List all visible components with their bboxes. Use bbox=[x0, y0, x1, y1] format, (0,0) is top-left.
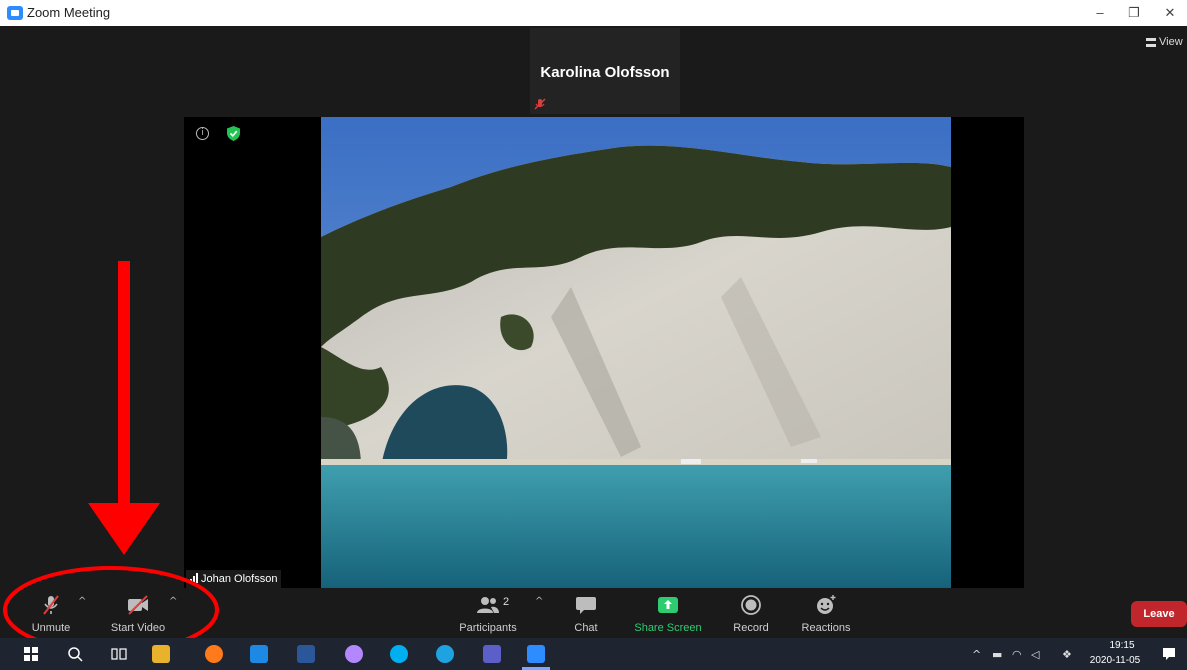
view-label: View bbox=[1159, 36, 1183, 48]
participants-options-caret-icon[interactable]: ^ bbox=[535, 596, 543, 607]
participants-label: Participants bbox=[459, 622, 517, 634]
reactions-button[interactable]: Reactions bbox=[797, 590, 855, 638]
view-button[interactable]: View bbox=[1146, 36, 1183, 48]
paint-icon[interactable] bbox=[345, 645, 363, 663]
start-video-label: Start Video bbox=[110, 622, 166, 634]
search-icon[interactable] bbox=[66, 645, 84, 663]
muted-mic-icon bbox=[534, 98, 546, 110]
start-video-button[interactable]: Start Video bbox=[105, 590, 171, 638]
participant-name: Johan Olofsson bbox=[201, 573, 278, 585]
tray-overflow-icon[interactable]: ^ bbox=[972, 648, 981, 661]
zoom-taskbar-icon[interactable] bbox=[527, 645, 545, 663]
windows-start-icon[interactable] bbox=[22, 645, 40, 663]
title-bar: Zoom Meeting – ❐ ✕ bbox=[0, 0, 1187, 26]
skype-icon[interactable] bbox=[390, 645, 408, 663]
record-button[interactable]: Record bbox=[728, 590, 774, 638]
participants-count: 2 bbox=[503, 596, 510, 608]
zoom-app-icon bbox=[7, 6, 23, 20]
encryption-shield-icon[interactable] bbox=[227, 126, 240, 141]
reactions-icon bbox=[817, 595, 836, 614]
leave-button[interactable]: Leave bbox=[1131, 601, 1187, 627]
info-icon[interactable]: i bbox=[196, 127, 209, 140]
chat-label: Chat bbox=[574, 622, 598, 634]
windows-taskbar: ^ ▬ ◠ ◁ ❖ bbox=[0, 638, 1187, 670]
grid-view-icon bbox=[1146, 37, 1156, 47]
reactions-label: Reactions bbox=[801, 622, 851, 634]
teams-icon[interactable] bbox=[483, 645, 501, 663]
chat-icon bbox=[576, 597, 596, 614]
video-feed-image bbox=[321, 117, 951, 588]
zoom-window: Zoom Meeting – ❐ ✕ View Karolina Olofsso… bbox=[0, 0, 1187, 670]
share-screen-label: Share Screen bbox=[634, 622, 702, 634]
file-explorer-icon[interactable] bbox=[152, 645, 170, 663]
video-off-icon bbox=[128, 595, 148, 615]
signal-bars-icon bbox=[190, 573, 198, 583]
mail-icon[interactable] bbox=[250, 645, 268, 663]
close-button[interactable]: ✕ bbox=[1153, 0, 1187, 26]
unmute-label: Unmute bbox=[31, 622, 71, 634]
volume-icon[interactable]: ◁ bbox=[1031, 648, 1039, 661]
active-speaker-tile[interactable]: Karolina Olofsson bbox=[530, 28, 680, 114]
firefox-icon[interactable] bbox=[205, 645, 223, 663]
task-view-icon[interactable] bbox=[110, 645, 128, 663]
participants-icon bbox=[477, 597, 499, 613]
share-screen-icon bbox=[658, 597, 678, 613]
record-icon bbox=[741, 595, 761, 615]
participants-button[interactable]: 2 Participants bbox=[455, 590, 521, 638]
wifi-icon[interactable]: ◠ bbox=[1012, 648, 1022, 661]
window-title: Zoom Meeting bbox=[27, 5, 111, 20]
chat-button[interactable]: Chat bbox=[566, 590, 606, 638]
word-icon[interactable] bbox=[297, 645, 315, 663]
edge-icon[interactable] bbox=[436, 645, 454, 663]
record-label: Record bbox=[733, 622, 769, 634]
participant-name-tag: Johan Olofsson bbox=[186, 570, 282, 588]
taskbar-date[interactable]: 2020-11-05 bbox=[1085, 655, 1145, 666]
taskbar-time[interactable]: 19:15 bbox=[1100, 640, 1144, 651]
battery-icon[interactable]: ▬ bbox=[992, 648, 1002, 661]
notifications-icon[interactable] bbox=[1160, 645, 1178, 663]
minimize-button[interactable]: – bbox=[1083, 0, 1117, 26]
restore-button[interactable]: ❐ bbox=[1117, 0, 1151, 26]
muted-mic-icon bbox=[43, 595, 59, 615]
meeting-toolbar: Unmute ^ Start Video ^ 2 Participants ^ bbox=[0, 590, 1187, 638]
video-options-caret-icon[interactable]: ^ bbox=[169, 596, 177, 607]
share-screen-button[interactable]: Share Screen bbox=[630, 590, 706, 638]
dropbox-icon[interactable]: ❖ bbox=[1062, 648, 1072, 661]
speaker-name: Karolina Olofsson bbox=[540, 64, 670, 81]
audio-options-caret-icon[interactable]: ^ bbox=[78, 596, 86, 607]
unmute-button[interactable]: Unmute bbox=[25, 590, 77, 638]
